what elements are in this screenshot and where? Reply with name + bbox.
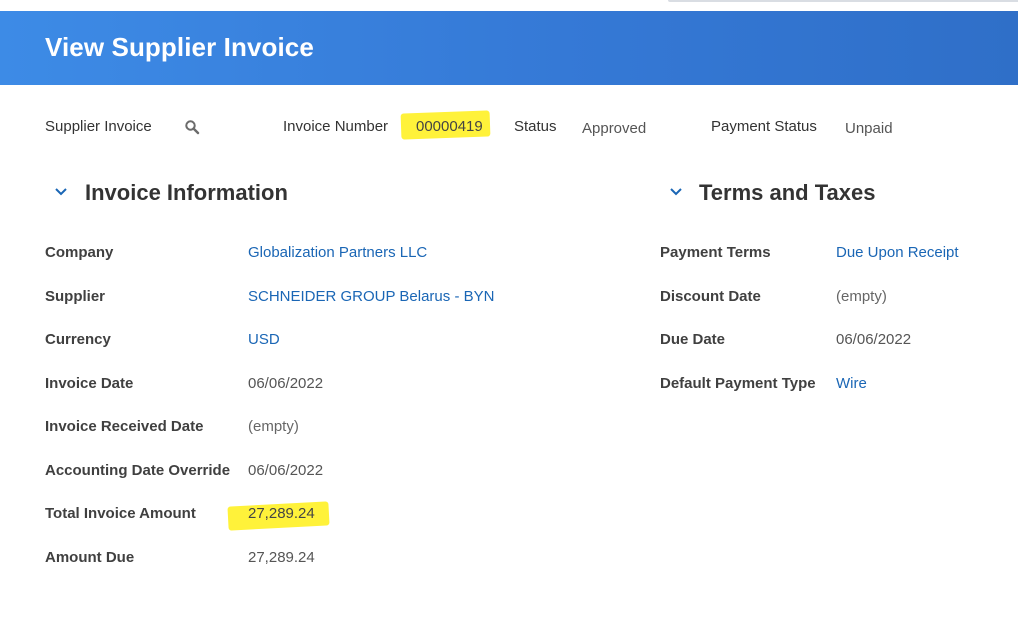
invoice-received-date-value: (empty)	[248, 418, 299, 435]
amount-due-value: 27,289.24	[248, 549, 315, 566]
due-date-value: 06/06/2022	[836, 331, 912, 348]
supplier-invoice-label: Supplier Invoice	[45, 118, 152, 135]
accounting-date-override-label: Accounting Date Override	[45, 462, 231, 479]
chevron-down-icon[interactable]	[669, 184, 683, 196]
amount-due-label: Amount Due	[45, 549, 135, 566]
currency-link[interactable]: USD	[248, 331, 280, 348]
supplier-label: Supplier	[45, 288, 106, 305]
due-date-label: Due Date	[660, 331, 726, 348]
window-edge	[668, 0, 1018, 2]
payment-terms-label: Payment Terms	[660, 244, 771, 261]
search-icon[interactable]	[184, 119, 200, 135]
status-value: Approved	[582, 120, 647, 137]
status-label: Status	[514, 118, 557, 135]
page-header: View Supplier Invoice	[0, 11, 1018, 85]
top-strip	[0, 0, 1018, 11]
payment-terms-link[interactable]: Due Upon Receipt	[836, 244, 959, 261]
discount-date-label: Discount Date	[660, 288, 761, 305]
total-invoice-amount-label: Total Invoice Amount	[45, 505, 196, 522]
invoice-number-value: 00000419	[416, 118, 483, 135]
page-title: View Supplier Invoice	[45, 32, 314, 62]
invoice-received-date-label: Invoice Received Date	[45, 418, 204, 435]
default-payment-type-label: Default Payment Type	[660, 375, 816, 392]
currency-label: Currency	[45, 331, 111, 348]
total-invoice-amount-value: 27,289.24	[248, 505, 315, 522]
payment-status-value: Unpaid	[845, 120, 893, 137]
invoice-information-title: Invoice Information	[85, 180, 288, 205]
invoice-date-value: 06/06/2022	[248, 375, 324, 392]
company-label: Company	[45, 244, 114, 261]
supplier-link[interactable]: SCHNEIDER GROUP Belarus - BYN	[248, 288, 494, 305]
discount-date-value: (empty)	[836, 288, 887, 305]
accounting-date-override-value: 06/06/2022	[248, 462, 324, 479]
payment-status-label: Payment Status	[711, 118, 817, 135]
chevron-down-icon[interactable]	[54, 184, 68, 196]
default-payment-type-link[interactable]: Wire	[836, 375, 867, 392]
company-link[interactable]: Globalization Partners LLC	[248, 244, 427, 261]
invoice-date-label: Invoice Date	[45, 375, 134, 392]
terms-and-taxes-title: Terms and Taxes	[699, 180, 876, 205]
invoice-number-label: Invoice Number	[283, 118, 389, 135]
